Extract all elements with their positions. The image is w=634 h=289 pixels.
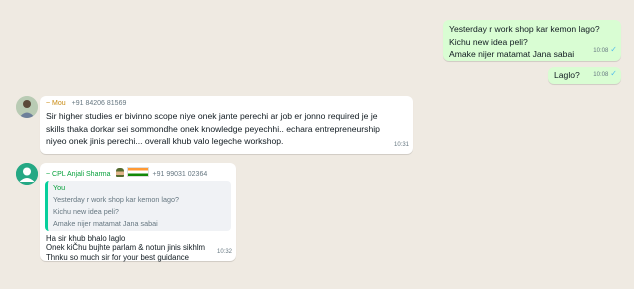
quoted-line: Amake nijer matamat Jana sabai: [53, 219, 158, 228]
sender-name: ~ CPL Anjali Sharma: [46, 171, 111, 178]
incoming-message[interactable]: ~ Mou +91 84206 81569 Sir higher studies …: [40, 96, 413, 154]
outgoing-message[interactable]: Laglo? 10:08 ✓: [548, 67, 621, 84]
message-sender: ~ CPL Anjali Sharma +91 99031 02364: [46, 167, 207, 180]
check-icon: ✓: [610, 45, 617, 55]
avatar[interactable]: [16, 163, 38, 185]
sender-phone: +91 99031 02364: [152, 171, 208, 178]
quoted-line: Kichu new idea peli?: [53, 207, 119, 216]
message-line: Kichu new idea peli?: [449, 36, 528, 47]
message-line: Amake nijer matamat Jana sabai: [449, 49, 575, 60]
message-text: Laglo?: [554, 70, 580, 80]
message-time: 10:08: [593, 72, 609, 79]
message-line: Thnku so much sir for your best guidance: [46, 252, 190, 262]
message-meta: 10:08 ✓: [593, 68, 617, 82]
message-line: skills thaka dorkar sei sommondhe onek k…: [46, 123, 380, 134]
quoted-author: You: [53, 183, 66, 192]
chat-window: Yesterday r work shop kar kemon lago? Ki…: [0, 0, 634, 289]
india-flag-icon: [126, 167, 149, 177]
message-line: niyeo onek jinis perechi... overall khub…: [46, 136, 284, 147]
sender-phone: +91 84206 81569: [71, 100, 127, 107]
quoted-message[interactable]: You Yesterday r work shop kar kemon lago…: [45, 181, 231, 231]
sender-name: ~ Mou: [46, 100, 66, 107]
incoming-message[interactable]: ~ CPL Anjali Sharma +91 99031 02364 You Y…: [40, 163, 236, 262]
message-line: Yesterday r work shop kar kemon lago?: [449, 24, 600, 34]
quoted-line: Yesterday r work shop kar kemon lago?: [53, 195, 179, 204]
avatar[interactable]: [16, 96, 38, 118]
message-time: 10:31: [393, 142, 409, 149]
outgoing-message[interactable]: Yesterday r work shop kar kemon lago? Ki…: [443, 20, 621, 61]
soldier-emoji-icon: [115, 168, 124, 177]
message-time: 10:32: [216, 249, 232, 256]
message-sender: ~ Mou +91 84206 81569: [46, 99, 126, 109]
message-line: Onek kiČhu bujhte parlam & notun jinis s…: [46, 243, 206, 253]
message-time: 10:08: [593, 48, 609, 55]
default-avatar-icon: [16, 163, 38, 185]
user-photo-icon: [16, 96, 38, 118]
message-line: Ha sir khub bhalo laglo: [46, 234, 126, 243]
check-icon: ✓: [610, 69, 617, 79]
message-line: Sir higher studies er bivinno scope niye…: [46, 111, 378, 121]
message-meta: 10:08 ✓: [593, 44, 617, 58]
